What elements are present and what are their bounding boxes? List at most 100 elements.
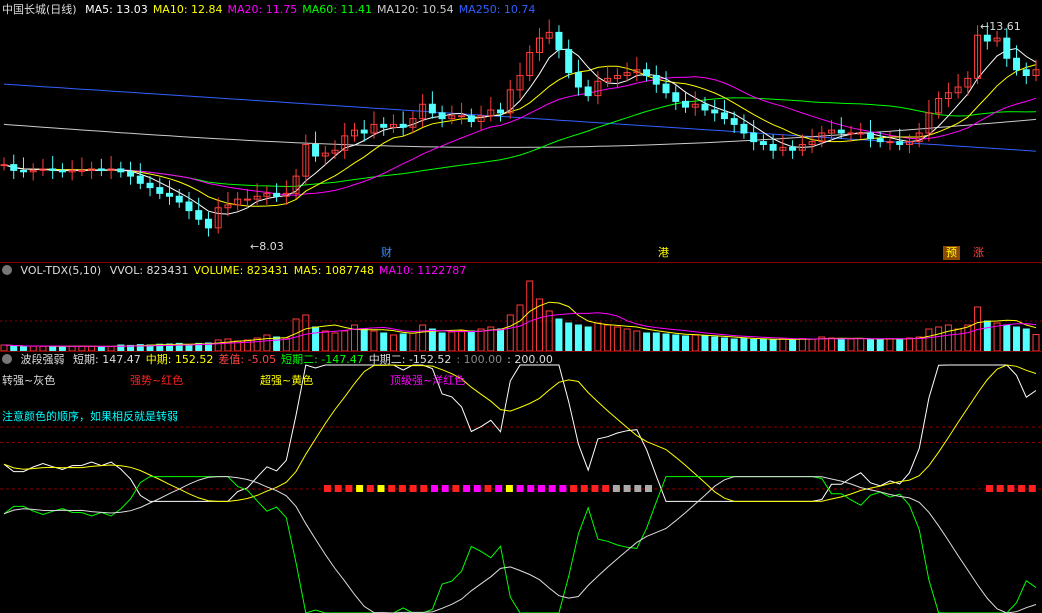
price-panel[interactable]: 中国长城(日线) MA5: 13.03 MA10: 12.84 MA20: 11.7… <box>0 0 1042 262</box>
volume-bar <box>643 332 651 351</box>
strength-square <box>580 485 588 492</box>
candle-body <box>204 218 212 229</box>
volume-bar <box>438 332 446 351</box>
candle-body <box>857 132 865 135</box>
strength-square <box>591 485 599 492</box>
low-price-label: ←8.03 <box>250 240 284 253</box>
strength-square <box>441 485 449 492</box>
volume-bar <box>448 331 456 351</box>
price-chart[interactable] <box>0 0 1042 262</box>
candle-body <box>438 112 446 120</box>
candle-body <box>243 198 251 201</box>
volume-bar <box>574 324 582 351</box>
legend-chaoqiang: 超强~黄色 <box>260 374 314 387</box>
volume-bar <box>789 339 797 351</box>
volume-bar <box>769 339 777 351</box>
candle-body <box>740 123 748 134</box>
candle-body <box>312 144 320 157</box>
high-price-label: ←13.61 <box>980 20 1021 33</box>
candle-body <box>701 103 709 111</box>
candle-body <box>175 195 183 203</box>
volume-bar <box>993 322 1001 351</box>
volume-bar <box>458 330 466 351</box>
marker-zhang[interactable]: 涨 <box>970 246 987 260</box>
volume-bar <box>750 338 758 351</box>
strength-square <box>559 485 567 492</box>
candle-body <box>1022 69 1030 76</box>
candle-body <box>399 123 407 128</box>
indicator-panel[interactable]: 波段强弱 短期: 147.47 中期: 152.52 差值: -5.05 短期二: -… <box>0 352 1042 613</box>
volume-bar <box>954 328 962 351</box>
volume-bar <box>477 328 485 351</box>
volume-bar <box>925 328 933 351</box>
volume-bar <box>682 335 690 351</box>
volume-bar <box>428 328 436 351</box>
strength-square <box>377 485 385 492</box>
candle-body <box>983 34 991 42</box>
candle-body <box>273 192 281 197</box>
volume-bar <box>565 322 573 351</box>
strength-square <box>996 485 1004 492</box>
volume-bar <box>828 337 836 351</box>
candle-body <box>360 129 368 134</box>
volume-bar <box>399 333 407 351</box>
candle-body <box>720 112 728 120</box>
marker-cai[interactable]: 财 <box>378 246 395 260</box>
candle-body <box>380 123 388 128</box>
volume-bar <box>516 304 524 351</box>
volume-bar <box>409 332 417 351</box>
volume-bar <box>691 334 699 351</box>
candle-body <box>896 141 904 145</box>
strength-square <box>538 485 545 492</box>
strength-square <box>623 485 631 492</box>
volume-panel[interactable]: VOL-TDX(5,10) VVOL: 823431 VOLUME: 823431… <box>0 263 1042 351</box>
legend-dingjiqiang: 顶级强~洋红色 <box>390 374 466 387</box>
strength-square <box>388 485 396 492</box>
strength-square <box>602 485 610 492</box>
candle-body <box>1003 37 1011 59</box>
volume-bar <box>720 337 728 351</box>
arrow-left-icon: ← <box>980 20 990 33</box>
marker-yu[interactable]: 预 <box>943 246 960 260</box>
short-term-two-line <box>3 476 1037 613</box>
strength-square <box>334 485 342 492</box>
volume-bar <box>526 280 534 351</box>
strength-square <box>324 485 331 492</box>
indicator-chart[interactable] <box>0 352 1042 613</box>
volume-bar <box>545 310 553 351</box>
volume-bar <box>944 324 952 351</box>
volume-bar <box>837 338 845 351</box>
volume-bar <box>886 338 894 351</box>
candle-body <box>136 175 144 184</box>
volume-bar <box>584 326 592 351</box>
candle-body <box>565 49 573 74</box>
candle-body <box>555 31 563 51</box>
candle-body <box>711 109 719 114</box>
candle-body <box>10 164 18 171</box>
candle-body <box>789 146 797 151</box>
volume-bar <box>798 338 806 351</box>
volume-bar <box>1003 324 1011 351</box>
volume-bar <box>905 337 913 351</box>
volume-bar <box>273 336 281 351</box>
strength-square <box>452 485 460 492</box>
marker-gang[interactable]: 港 <box>655 246 672 260</box>
candle-body <box>49 168 57 171</box>
volume-chart[interactable] <box>0 263 1042 351</box>
candle-body <box>886 141 894 144</box>
volume-bar <box>1032 334 1040 351</box>
volume-bar <box>214 339 222 351</box>
volume-bar <box>964 324 972 351</box>
candle-body <box>866 132 874 140</box>
volume-bar <box>555 318 563 351</box>
candle-body <box>876 138 884 143</box>
candle-body <box>146 182 154 189</box>
volume-bar <box>652 332 660 351</box>
volume-bar <box>808 338 816 351</box>
volume-bar <box>467 330 475 351</box>
volume-bar <box>983 320 991 351</box>
candle-body <box>19 169 27 173</box>
candle-body <box>156 187 164 194</box>
candle-body <box>78 169 86 172</box>
volume-bar <box>312 326 320 351</box>
